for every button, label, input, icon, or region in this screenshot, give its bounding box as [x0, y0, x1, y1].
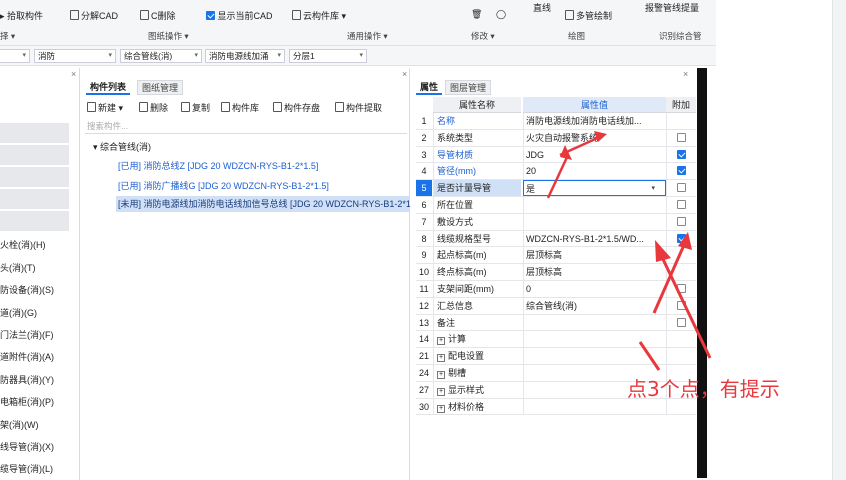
annotation-arrow [659, 254, 712, 359]
arrowhead-icon [594, 131, 607, 142]
arrowhead-icon [655, 240, 671, 262]
annotation-text: 点3个点，有提示 [627, 377, 780, 401]
annotation-arrow [559, 134, 603, 157]
annotation-arrow [546, 154, 570, 199]
arrowhead-icon [678, 232, 692, 250]
annotation-arrow [638, 341, 661, 371]
annotation-arrows [546, 131, 712, 371]
